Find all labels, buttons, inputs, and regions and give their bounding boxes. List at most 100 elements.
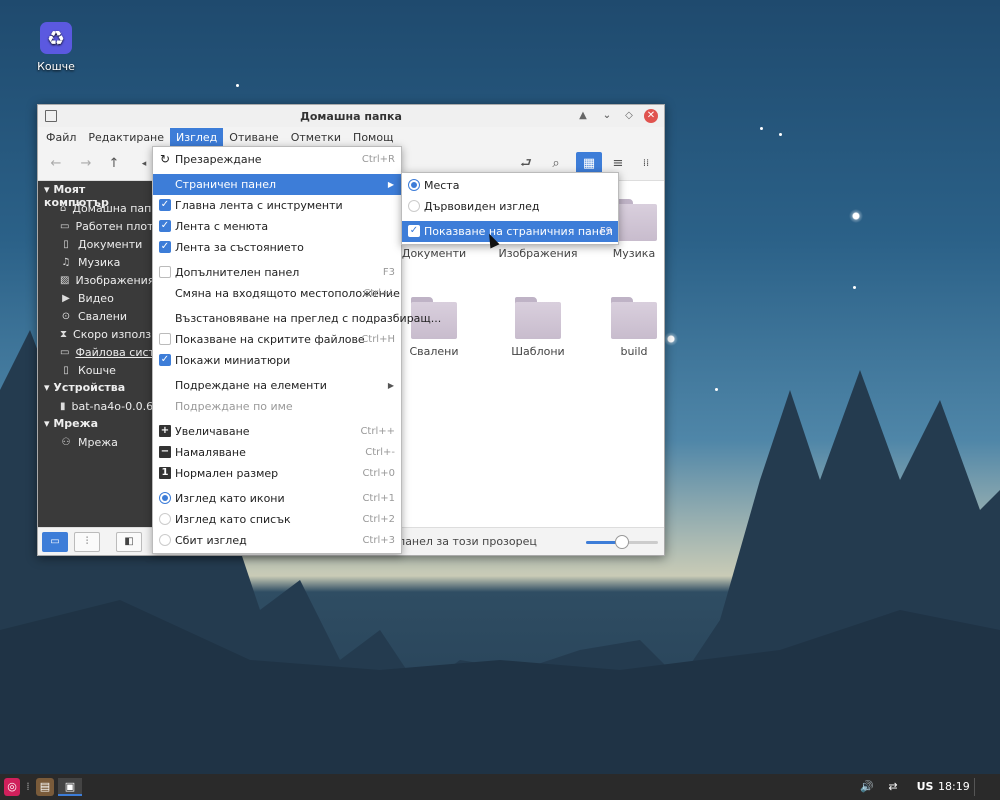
menu-item-shortcut: F3 — [382, 267, 395, 278]
sidebar-section-computer[interactable]: ▾ Моят компютър — [38, 181, 153, 209]
sidebar-item-label: Скоро използ... — [73, 327, 153, 341]
folder-app-icon: ▣ — [45, 110, 57, 122]
history-icon[interactable]: ⮐ — [516, 155, 536, 173]
minimize-icon[interactable]: ⌄ — [600, 109, 614, 123]
folder-icon — [515, 297, 561, 339]
keep-above-icon[interactable]: ▲ — [576, 109, 590, 123]
list-view-icon[interactable]: ≡ — [608, 155, 628, 173]
folder-item[interactable]: build — [589, 297, 679, 358]
sidebar-section-devices[interactable]: ▾ Устройства — [38, 379, 153, 397]
menu-item-extra-pane[interactable]: Допълнителен панел F3 — [153, 262, 401, 283]
sidebar-item-label: Домашна пап... — [72, 201, 153, 215]
menu-item-list-view[interactable]: Изглед като списък Ctrl+2 — [153, 509, 401, 530]
separator-handle-icon: ⁞ — [26, 780, 30, 793]
submenu-item-show-side-panel[interactable]: ✓ Показване на страничния панел F9 — [402, 221, 618, 242]
menu-item-label: Увеличаване — [175, 425, 250, 438]
menu-item-thumbnails[interactable]: ✓ Покажи миниатюри — [153, 350, 401, 371]
sidebar-section-title: Мрежа — [53, 417, 99, 430]
sidebar-section-network[interactable]: ▾ Мрежа — [38, 415, 153, 433]
menu-bookmarks[interactable]: Отметки — [285, 128, 347, 147]
menu-item-compact-view[interactable]: Сбит изглед Ctrl+3 — [153, 530, 401, 551]
app-launcher-icon[interactable]: ◎ — [4, 778, 20, 796]
view-menu: ↻ Презареждане Ctrl+R Страничен панел ▶ ✓ Гл… — [152, 146, 441, 554]
path-left-icon[interactable]: ◂ — [134, 155, 154, 173]
zoom-slider[interactable] — [586, 535, 658, 549]
forward-icon[interactable]: → — [76, 155, 96, 173]
submenu-arrow-icon: ▶ — [387, 381, 394, 390]
menu-edit[interactable]: Редактиране — [82, 128, 170, 147]
menu-item-shortcut: Ctrl+H — [361, 334, 395, 345]
sidebar-item-label: Свалени — [78, 309, 128, 323]
menu-view[interactable]: Изглед — [170, 127, 224, 147]
title-bar[interactable]: ▣ Домашна папка ▲ ⌄ ◇ ✕ — [38, 105, 664, 127]
radio-selected-icon — [159, 492, 171, 504]
normal-size-icon: 1 — [159, 467, 171, 479]
submenu-arrow-icon: ▶ — [387, 180, 394, 189]
sidebar-item-desktop[interactable]: ▭ Работен плот — [38, 217, 153, 235]
split-panel-toggle-icon[interactable]: ◧ — [116, 532, 142, 552]
up-icon[interactable]: ↑ — [104, 155, 124, 173]
folder-label: Изображения — [498, 247, 578, 260]
menu-item-statusbar[interactable]: ✓ Лента за състоянието — [153, 237, 401, 258]
menu-item-menubar[interactable]: ✓ Лента с менюта — [153, 216, 401, 237]
sidebar-section-title: Устройства — [53, 381, 126, 394]
document-icon: ▯ — [63, 238, 69, 250]
clock[interactable]: 18:19 — [938, 778, 970, 796]
folder-label: build — [620, 345, 648, 358]
sidebar-item-network[interactable]: ⚇ Мрежа — [38, 433, 153, 451]
zoom-slider-knob[interactable] — [615, 535, 629, 549]
checkbox-checked-icon: ✓ — [159, 354, 171, 366]
trash-desktop-label: Кошче — [37, 60, 75, 73]
checkbox-unchecked-icon — [159, 333, 171, 345]
menu-help[interactable]: Помощ — [347, 128, 399, 147]
close-icon[interactable]: ✕ — [644, 109, 658, 123]
network-status-icon[interactable]: ⇄ — [884, 778, 902, 796]
menu-item-shortcut: Ctrl+L — [363, 288, 395, 299]
file-manager-launcher-icon[interactable]: ▤ — [36, 778, 54, 796]
sidebar-item-filesystem[interactable]: ▭ Файлова сист... — [38, 343, 153, 361]
volume-icon[interactable]: 🔊 — [858, 778, 876, 796]
sidebar-item-downloads[interactable]: ⊙ Свалени — [38, 307, 153, 325]
tree-panel-toggle-icon[interactable]: ⫶ — [74, 532, 100, 552]
sidebar-item-videos[interactable]: ▶ Видео — [38, 289, 153, 307]
menu-file[interactable]: Файл — [40, 128, 82, 147]
menu-item-show-hidden[interactable]: Показване на скритите файлове Ctrl+H — [153, 329, 401, 350]
menu-item-normal-size[interactable]: 1 Нормален размер Ctrl+0 — [153, 463, 401, 484]
sidebar-item-label: Изображения — [75, 273, 153, 287]
places-panel-toggle-icon[interactable]: ▭ — [42, 532, 68, 552]
maximize-icon[interactable]: ◇ — [622, 109, 636, 123]
folder-item[interactable]: Свалени — [389, 297, 479, 358]
sidebar-item-trash[interactable]: ▯ Кошче — [38, 361, 153, 379]
sidebar-item-drive[interactable]: ▮ bat-na4o-0.0.6 — [38, 397, 153, 415]
show-desktop-button[interactable] — [974, 778, 994, 796]
submenu-item-tree-view[interactable]: Дървовиден изглед — [402, 196, 618, 217]
menu-item-label: Изглед като списък — [175, 513, 291, 526]
recycle-icon: ♻ — [40, 22, 72, 54]
radio-unselected-icon — [159, 534, 171, 546]
menu-item-side-panel[interactable]: Страничен панел ▶ — [153, 174, 401, 195]
sidebar-item-recent[interactable]: ⧗ Скоро използ... — [38, 325, 153, 343]
menu-item-main-toolbar[interactable]: ✓ Главна лента с инструменти — [153, 195, 401, 216]
download-icon: ⊙ — [61, 310, 71, 322]
trash-desktop-icon[interactable]: ♻ Кошче — [32, 22, 80, 73]
submenu-item-places[interactable]: Места — [402, 175, 618, 196]
sidebar-item-documents[interactable]: ▯ Документи — [38, 235, 153, 253]
menu-item-reload[interactable]: ↻ Презареждане Ctrl+R — [153, 149, 401, 170]
menu-go[interactable]: Отиване — [223, 128, 284, 147]
search-icon[interactable]: ⌕ — [546, 155, 566, 173]
keyboard-layout[interactable]: US — [914, 778, 936, 796]
sidebar-item-music[interactable]: ♫ Музика — [38, 253, 153, 271]
menu-item-sort-items[interactable]: Подреждане на елементи ▶ — [153, 375, 401, 396]
menu-item-zoom-out[interactable]: − Намаляване Ctrl+- — [153, 442, 401, 463]
task-file-manager-icon[interactable]: ▣ — [58, 778, 82, 796]
sidebar-item-pictures[interactable]: ▨ Изображения — [38, 271, 153, 289]
compact-view-icon[interactable]: ⁞⁞ — [636, 155, 656, 173]
menu-item-location-toggle[interactable]: Смяна на входящото местоположение Ctrl+L — [153, 283, 401, 304]
menu-item-zoom-in[interactable]: + Увеличаване Ctrl++ — [153, 421, 401, 442]
menu-item-label: Изглед като икони — [175, 492, 285, 505]
menu-item-label: Показване на страничния панел — [424, 225, 613, 238]
menu-item-icon-view[interactable]: Изглед като икони Ctrl+1 — [153, 488, 401, 509]
back-icon[interactable]: ← — [46, 155, 66, 173]
folder-item[interactable]: Шаблони — [493, 297, 583, 358]
menu-item-reset-view[interactable]: Възстановяване на преглед с подразбиращ.… — [153, 308, 441, 329]
